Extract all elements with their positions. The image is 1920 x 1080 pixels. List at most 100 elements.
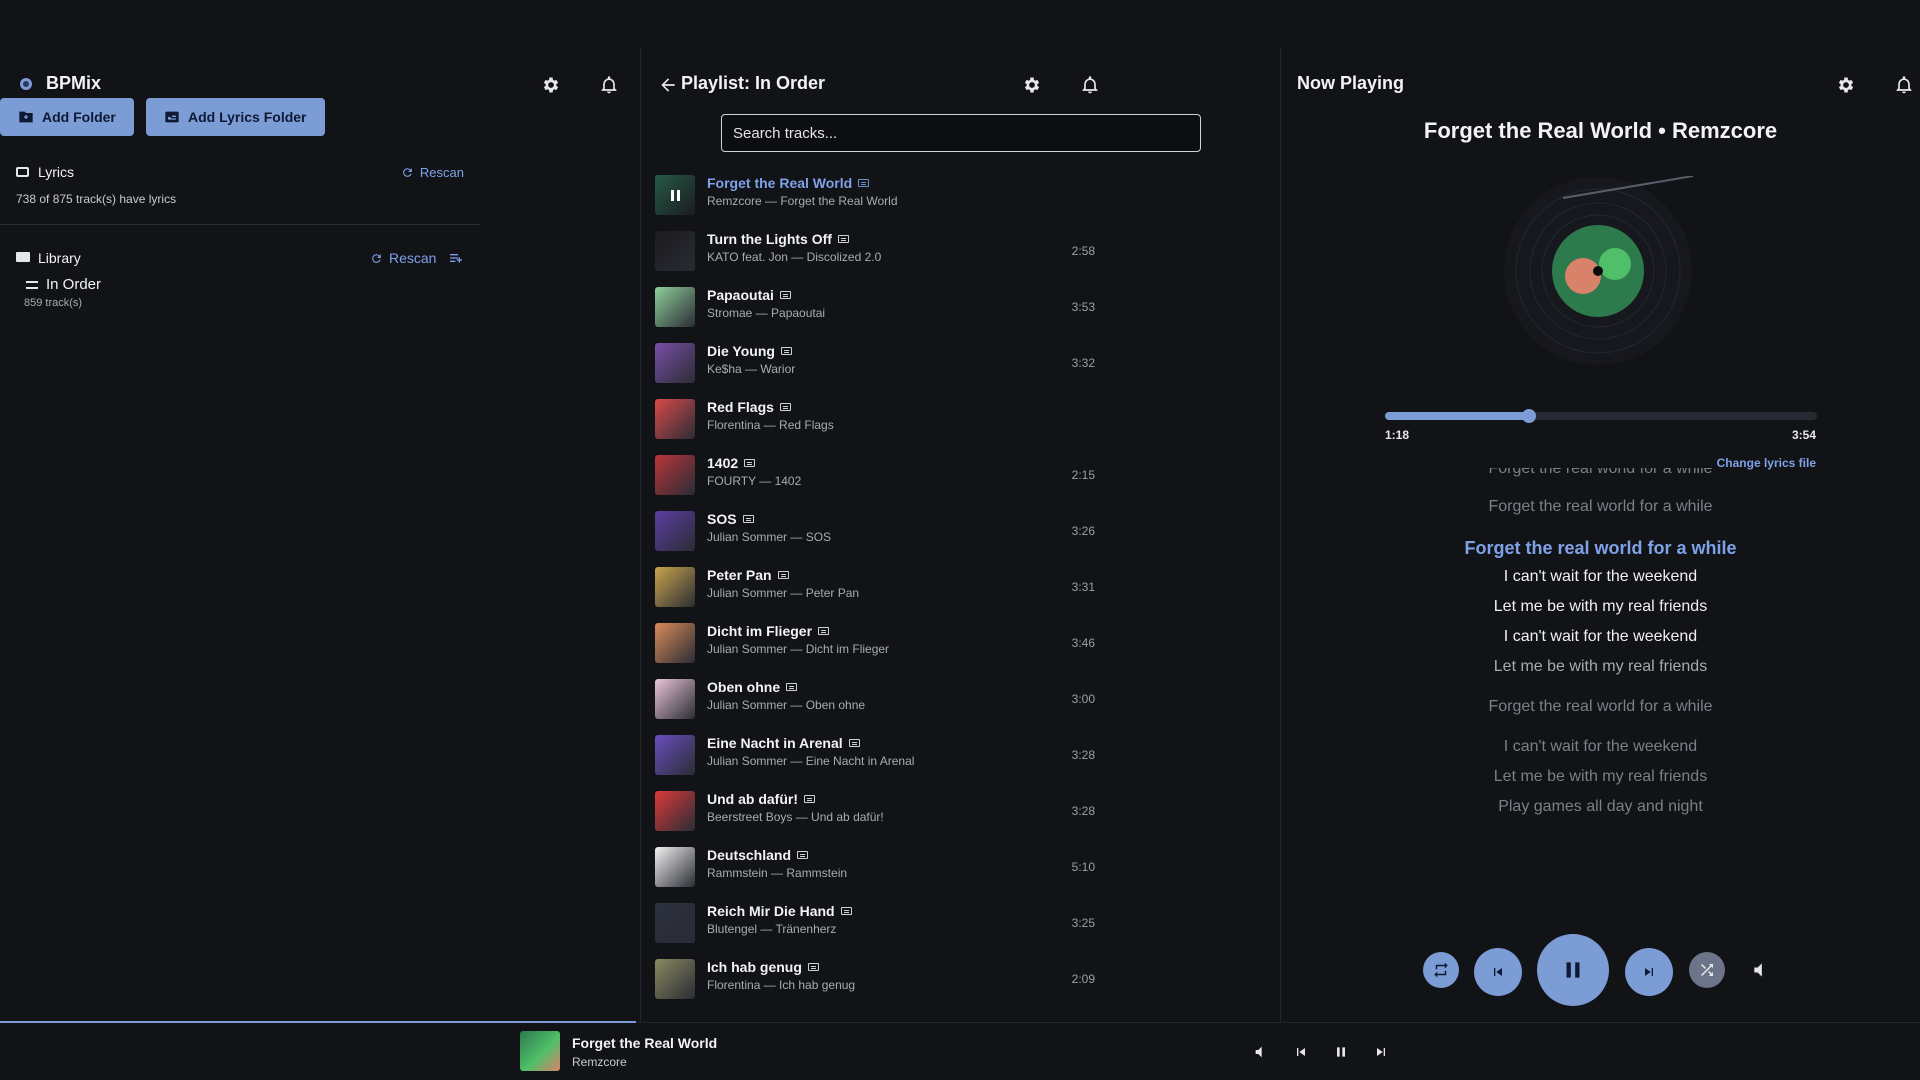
track-title: Dicht im Flieger bbox=[707, 623, 830, 639]
search-input[interactable] bbox=[721, 114, 1201, 152]
track-cover-art bbox=[655, 399, 695, 439]
track-row[interactable]: Reich Mir Die Hand Blutengel — Tränenherz… bbox=[655, 896, 1095, 952]
back-arrow-icon[interactable] bbox=[655, 72, 681, 98]
settings-icon[interactable] bbox=[1833, 72, 1859, 98]
lyrics-available-icon bbox=[837, 235, 849, 243]
track-row[interactable]: Red Flags Florentina — Red Flags bbox=[655, 392, 1095, 448]
notifications-bell-icon[interactable] bbox=[1077, 72, 1103, 98]
total-time: 3:54 bbox=[1791, 428, 1816, 442]
track-duration: 3:28 bbox=[1071, 748, 1095, 762]
track-title: Oben ohne bbox=[707, 679, 798, 695]
track-artist-album: KATO feat. Jon — Discolized 2.0 bbox=[707, 250, 882, 264]
add-lyrics-folder-label: Add Lyrics Folder bbox=[188, 109, 307, 125]
refresh-icon bbox=[372, 253, 381, 263]
lyrics-available-icon bbox=[780, 347, 792, 355]
track-row[interactable]: Papaoutai Stromae — Papaoutai 3:53 bbox=[655, 280, 1095, 336]
play-pause-button[interactable] bbox=[1537, 934, 1609, 1006]
track-row[interactable]: SOS Julian Sommer — SOS 3:26 bbox=[655, 504, 1095, 560]
track-row[interactable]: Die Young Ke$ha — Warior 3:32 bbox=[655, 336, 1095, 392]
lyrics-available-icon bbox=[777, 571, 789, 579]
track-row[interactable]: Und ab dafür! Beerstreet Boys — Und ab da… bbox=[655, 784, 1095, 840]
track-row[interactable]: Ich hab genug Florentina — Ich hab genug 2… bbox=[655, 952, 1095, 1008]
track-title: Peter Pan bbox=[707, 567, 789, 583]
mini-player-artwork bbox=[520, 1031, 560, 1071]
previous-track-button[interactable] bbox=[1474, 948, 1522, 996]
track-artist-album: Julian Sommer — Dicht im Flieger bbox=[707, 642, 890, 656]
now-playing-title: Now Playing bbox=[1297, 73, 1405, 93]
volume-icon[interactable] bbox=[1751, 960, 1771, 980]
playlist-item[interactable]: In Order 859 track(s) bbox=[24, 276, 324, 312]
settings-icon[interactable] bbox=[1019, 72, 1045, 98]
add-lyrics-folder-button[interactable]: Add Lyrics Folder bbox=[146, 98, 325, 136]
lyrics-available-icon bbox=[742, 515, 754, 523]
volume-icon[interactable] bbox=[1250, 1041, 1272, 1063]
track-duration: 5:10 bbox=[1071, 860, 1095, 874]
track-artist-album: Julian Sommer — Oben ohne bbox=[707, 698, 866, 712]
track-artist-album: Florentina — Ich hab genug bbox=[707, 978, 856, 992]
refresh-icon bbox=[403, 168, 412, 177]
track-cover-art bbox=[655, 511, 695, 551]
shuffle-button[interactable] bbox=[1689, 952, 1725, 988]
track-title: Ich hab genug bbox=[707, 959, 819, 975]
track-artist-album: Rammstein — Rammstein bbox=[707, 866, 848, 880]
lyric-line: Let me be with my real friends bbox=[1493, 658, 1708, 675]
track-row[interactable]: Forget the Real World Remzcore — Forget t… bbox=[655, 168, 1095, 224]
track-duration: 3:46 bbox=[1071, 636, 1095, 650]
lyrics-rescan-label: Rescan bbox=[419, 165, 464, 180]
lyrics-section-title: Lyrics bbox=[38, 164, 75, 180]
lyrics-available-icon bbox=[804, 795, 815, 803]
lyrics-section: Lyrics Rescan 738 of 875 track(s) have l… bbox=[16, 164, 464, 220]
track-artist-album: Julian Sommer — SOS bbox=[707, 530, 832, 544]
lyrics-available-icon bbox=[744, 459, 756, 467]
track-row[interactable]: Dicht im Flieger Julian Sommer — Dicht im… bbox=[655, 616, 1095, 672]
track-list[interactable]: Forget the Real World Remzcore — Forget t… bbox=[655, 168, 1279, 1022]
mini-player-progress bbox=[0, 1021, 636, 1023]
track-title: Eine Nacht in Arenal bbox=[707, 735, 860, 751]
track-duration: 3:53 bbox=[1071, 300, 1095, 314]
pause-icon[interactable] bbox=[655, 175, 695, 215]
lyrics-rescan-link[interactable]: Rescan bbox=[401, 165, 464, 180]
subtitles-icon bbox=[165, 111, 179, 123]
lyric-line: Forget the real world for a while bbox=[1488, 698, 1713, 715]
track-title: Red Flags bbox=[707, 399, 791, 415]
track-cover-art bbox=[655, 231, 695, 271]
playlist-icon bbox=[26, 281, 38, 289]
track-cover-art bbox=[655, 791, 695, 831]
previous-track-icon[interactable] bbox=[1290, 1041, 1312, 1063]
playlist-pane: Playlist: In Order Forget the Real World… bbox=[640, 48, 1279, 1022]
lyrics-available-icon bbox=[807, 963, 819, 971]
track-row[interactable]: Turn the Lights Off KATO feat. Jon — Disc… bbox=[655, 224, 1095, 280]
now-playing-track-heading: Forget the Real World • Remzcore bbox=[1423, 118, 1778, 143]
track-title: Die Young bbox=[707, 343, 792, 359]
seek-bar[interactable] bbox=[1385, 409, 1817, 423]
track-cover-art bbox=[655, 679, 695, 719]
track-artist-album: Julian Sommer — Peter Pan bbox=[707, 586, 860, 600]
track-title: Papaoutai bbox=[707, 287, 791, 303]
add-folder-button[interactable]: Add Folder bbox=[0, 98, 134, 136]
notifications-bell-icon[interactable] bbox=[596, 72, 622, 98]
next-track-button[interactable] bbox=[1625, 948, 1673, 996]
library-rescan-link[interactable]: Rescan bbox=[370, 250, 436, 266]
next-track-icon[interactable] bbox=[1370, 1041, 1392, 1063]
track-cover-art bbox=[655, 567, 695, 607]
track-row[interactable]: Deutschland Rammstein — Rammstein 5:10 bbox=[655, 840, 1095, 896]
track-cover-art bbox=[655, 959, 695, 999]
lyrics-available-icon bbox=[779, 291, 791, 299]
add-to-playlist-icon[interactable] bbox=[448, 250, 464, 266]
track-artist-album: FOURTY — 1402 bbox=[707, 474, 802, 488]
notifications-bell-icon[interactable] bbox=[1891, 72, 1917, 98]
vinyl-disc-artwork bbox=[1504, 176, 1693, 365]
track-row[interactable]: Eine Nacht in Arenal Julian Sommer — Eine… bbox=[655, 728, 1095, 784]
repeat-button[interactable] bbox=[1423, 952, 1459, 988]
track-duration: 2:58 bbox=[1071, 244, 1095, 258]
seek-bar-handle[interactable] bbox=[1521, 409, 1536, 423]
lyric-line: Let me be with my real friends bbox=[1493, 768, 1708, 785]
settings-icon[interactable] bbox=[538, 72, 564, 98]
track-row[interactable]: 1402 FOURTY — 1402 2:15 bbox=[655, 448, 1095, 504]
pause-icon[interactable] bbox=[1330, 1041, 1352, 1063]
library-pane: BPMix Add Folder Add Lyrics Folder Lyric… bbox=[0, 48, 639, 1022]
track-row[interactable]: Oben ohne Julian Sommer — Oben ohne 3:00 bbox=[655, 672, 1095, 728]
mini-player-title: Forget the Real World bbox=[572, 1035, 718, 1051]
track-row[interactable]: Peter Pan Julian Sommer — Peter Pan 3:31 bbox=[655, 560, 1095, 616]
mini-player-bar: Forget the Real World Remzcore bbox=[0, 1021, 1920, 1080]
